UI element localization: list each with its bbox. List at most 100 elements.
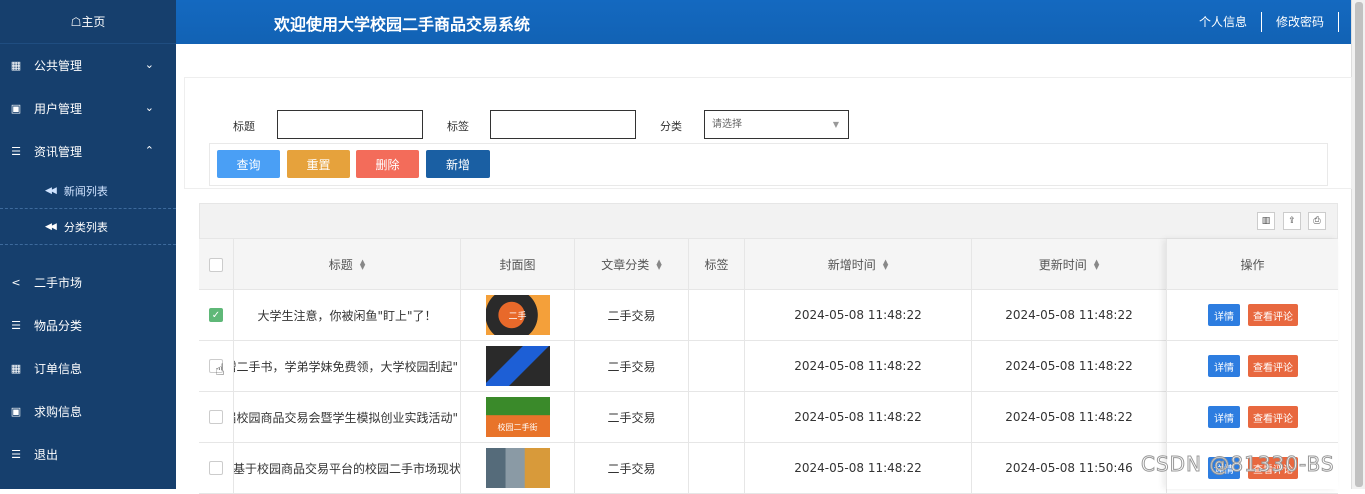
- sort-icon[interactable]: ▲ ▼: [360, 258, 365, 270]
- sidebar-item-label: 资讯管理: [34, 145, 83, 159]
- sidebar-item-wanted[interactable]: ▣ 求购信息: [0, 390, 176, 433]
- detail-button[interactable]: 详情: [1208, 406, 1240, 428]
- view-comments-button[interactable]: 查看评论: [1248, 304, 1298, 326]
- rewind-icon: ◀◀: [45, 221, 57, 232]
- row-category: 二手交易: [575, 290, 689, 340]
- query-button[interactable]: 查询: [217, 150, 280, 178]
- table-header: 标题 ▲ ▼ 封面图 文章分类 ▲ ▼ 标签 新增时间 ▲ ▼ 更新时间 ▲ ▼ 操作: [199, 239, 1338, 290]
- sidebar-item-label: 订单信息: [34, 362, 83, 376]
- column-created[interactable]: 新增时间 ▲ ▼: [745, 239, 972, 290]
- rewind-icon: ◀◀: [45, 185, 57, 196]
- row-checkbox-cell: [199, 392, 234, 442]
- row-updated: 2024-05-08 11:50:46: [972, 443, 1167, 493]
- sidebar-item-label: 二手市场: [34, 276, 83, 290]
- row-created: 2024-05-08 11:48:22: [745, 443, 972, 493]
- column-tag-label: 标签: [704, 258, 729, 272]
- column-title[interactable]: 标题 ▲ ▼: [234, 239, 461, 290]
- sidebar-item-logout[interactable]: ☰ 退出: [0, 433, 176, 476]
- column-actions: 操作: [1167, 239, 1338, 290]
- column-created-label: 新增时间: [827, 258, 876, 272]
- book-icon: ▣: [10, 102, 22, 115]
- sidebar-item-label: 退出: [34, 448, 59, 462]
- row-checkbox[interactable]: ✓: [209, 308, 223, 322]
- tag-input[interactable]: [490, 110, 636, 139]
- cover-image: 二手: [485, 295, 550, 335]
- column-tag: 标签: [689, 239, 745, 290]
- row-tag: [689, 392, 745, 442]
- scrollbar[interactable]: [1351, 0, 1365, 489]
- detail-button[interactable]: 详情: [1208, 304, 1240, 326]
- export-icon[interactable]: ⇪: [1283, 212, 1301, 230]
- row-checkbox[interactable]: [209, 410, 223, 424]
- row-cover: 二手: [461, 290, 575, 340]
- chevron-up-icon: ⌃: [144, 144, 154, 157]
- row-cover: [461, 341, 575, 391]
- category-select[interactable]: 请选择 ▼: [704, 110, 849, 139]
- row-updated: 2024-05-08 11:48:22: [972, 341, 1167, 391]
- row-tag: [689, 341, 745, 391]
- sort-icon[interactable]: ▲ ▼: [1094, 258, 1099, 270]
- row-created: 2024-05-08 11:48:22: [745, 341, 972, 391]
- category-select-placeholder: 请选择: [712, 119, 742, 130]
- sidebar-subitem-category-list[interactable]: ◀◀ 分类列表: [0, 209, 176, 245]
- row-tag: [689, 290, 745, 340]
- category-label: 分类: [660, 120, 682, 133]
- print-icon[interactable]: ⎙: [1308, 212, 1326, 230]
- sidebar-item-goods-category[interactable]: ☰ 物品分类: [0, 304, 176, 347]
- sidebar-item-market[interactable]: < 二手市场: [0, 261, 176, 304]
- row-checkbox-cell: [199, 443, 234, 493]
- share-icon: <: [11, 276, 21, 289]
- row-title[interactable]: 捐赠二手书，学弟学妹免费领，大学校园刮起": [234, 341, 461, 391]
- chevron-down-icon: ⌄: [144, 58, 154, 71]
- row-category: 二手交易: [575, 443, 689, 493]
- profile-link[interactable]: 个人信息: [1185, 12, 1262, 32]
- caret-down-icon: ▼: [832, 120, 839, 129]
- tag-label: 标签: [447, 120, 469, 133]
- sidebar: ☖主页 ▦ 公共管理 ⌄ ▣ 用户管理 ⌄ ☰ 资讯管理 ⌃ ◀◀ 新闻列表 ◀…: [0, 0, 176, 489]
- select-all-cell: [199, 239, 234, 290]
- sidebar-subitem-label: 分类列表: [63, 220, 108, 234]
- reset-button[interactable]: 重置: [287, 150, 350, 178]
- sort-icon[interactable]: ▲ ▼: [883, 258, 888, 270]
- sidebar-item-public[interactable]: ▦ 公共管理 ⌄: [0, 44, 176, 87]
- row-title[interactable]: 基于校园商品交易平台的校园二手市场现状: [234, 443, 461, 493]
- sort-icon[interactable]: ▲ ▼: [656, 258, 661, 270]
- sidebar-home[interactable]: ☖主页: [0, 0, 176, 44]
- add-button[interactable]: 新增: [426, 150, 490, 178]
- view-comments-button[interactable]: 查看评论: [1248, 355, 1298, 377]
- row-checkbox-cell: ✓: [199, 290, 234, 340]
- row-category: 二手交易: [575, 392, 689, 442]
- title-input[interactable]: [277, 110, 423, 139]
- change-password-link[interactable]: 修改密码: [1262, 12, 1339, 32]
- column-updated[interactable]: 更新时间 ▲ ▼: [972, 239, 1167, 290]
- sidebar-item-label: 公共管理: [34, 59, 83, 73]
- sidebar-item-orders[interactable]: ▦ 订单信息: [0, 347, 176, 390]
- row-category: 二手交易: [575, 341, 689, 391]
- header-links: 个人信息 修改密码: [1185, 0, 1339, 44]
- column-category[interactable]: 文章分类 ▲ ▼: [575, 239, 689, 290]
- sidebar-item-label: 用户管理: [34, 102, 83, 116]
- sidebar-subitem-label: 新闻列表: [63, 184, 108, 198]
- sidebar-subitem-news-list[interactable]: ◀◀ 新闻列表: [0, 173, 176, 209]
- column-category-label: 文章分类: [601, 258, 650, 272]
- delete-button[interactable]: 删除: [356, 150, 419, 178]
- row-title[interactable]: 三届校园商品交易会暨学生模拟创业实践活动": [234, 392, 461, 442]
- sidebar-item-news[interactable]: ☰ 资讯管理 ⌃: [0, 130, 176, 173]
- columns-icon[interactable]: ▥: [1257, 212, 1275, 230]
- table-row: 三届校园商品交易会暨学生模拟创业实践活动" 校园二手街 二手交易 2024-05…: [199, 392, 1338, 443]
- row-updated: 2024-05-08 11:48:22: [972, 290, 1167, 340]
- select-all-checkbox[interactable]: [209, 257, 223, 272]
- row-tag: [689, 443, 745, 493]
- detail-button[interactable]: 详情: [1208, 355, 1240, 377]
- grid-icon: ▦: [10, 362, 22, 375]
- sidebar-item-label: 物品分类: [34, 319, 83, 333]
- view-comments-button[interactable]: 查看评论: [1248, 406, 1298, 428]
- row-title[interactable]: 大学生注意，你被闲鱼"盯上"了！: [234, 290, 461, 340]
- grid-icon: ▦: [10, 59, 22, 72]
- sidebar-item-users[interactable]: ▣ 用户管理 ⌄: [0, 87, 176, 130]
- book-icon: ▣: [10, 405, 22, 418]
- column-updated-label: 更新时间: [1038, 258, 1087, 272]
- row-checkbox[interactable]: [209, 461, 223, 475]
- scrollbar-thumb[interactable]: [1355, 2, 1363, 487]
- row-updated: 2024-05-08 11:48:22: [972, 392, 1167, 442]
